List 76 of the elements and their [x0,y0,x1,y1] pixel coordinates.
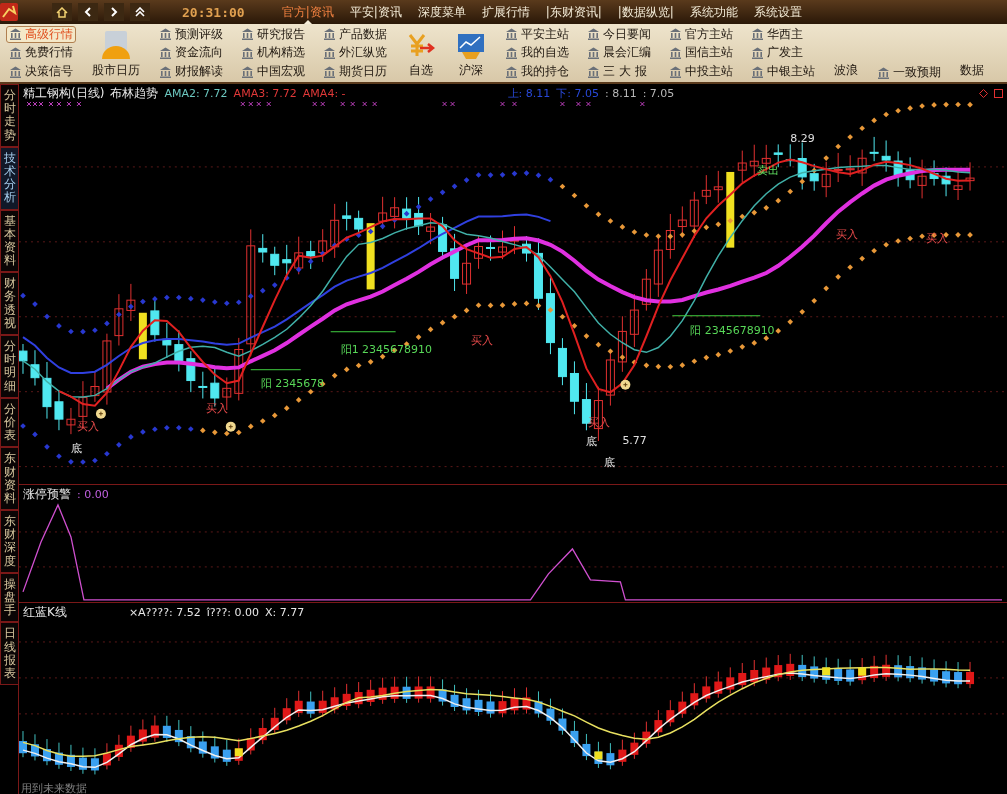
bottom-label: 底 [586,434,598,448]
toolbar-link[interactable]: 平安主站 [502,25,572,43]
indicator-value: ×A????: 7.52 [128,606,201,620]
band-value: : 7.05 [642,87,675,100]
menu-item[interactable]: |数据纵览| [612,0,679,24]
toolbar-link[interactable]: 期货日历 [320,63,390,81]
side-tab[interactable]: 基本资料 [0,209,18,273]
toolbar-link[interactable]: 机构精选 [238,44,308,62]
count-label: 阳1 2345678910 [340,342,432,356]
buy-signal-label: 买入 [76,419,99,433]
side-tab[interactable]: 财务透视 [0,272,18,335]
toolbar-link[interactable]: 国信主站 [666,44,736,62]
price-label: 8.29 [790,131,815,145]
chart-title: 涨停预警 [23,485,71,503]
toolbar-link[interactable]: 产品数据 [320,25,390,43]
toolbar-link[interactable]: 广发主 [748,44,818,62]
toolbar-link[interactable]: 一致预期 [874,64,944,81]
price-label: 5.77 [622,433,647,447]
side-tab[interactable]: 技术分析 [0,146,18,210]
band-value: 上: 8.11 [507,86,551,101]
toolbar-link[interactable]: 中国宏观 [238,63,308,81]
indicator-value: : 0.00 [77,487,109,501]
indicator-value: AMA2: 7.72 [164,87,228,100]
indicator-name: 布林趋势 [110,85,159,102]
menu-item[interactable]: 系统功能 [684,0,743,24]
side-tab[interactable]: 东财资料 [0,447,18,511]
buy-signal-label: 买入 [926,231,949,245]
chart-title: 红蓝K线 [23,604,67,622]
menu-item[interactable]: 扩展行情 [476,0,535,24]
buy-signal-label: 买入 [470,333,493,347]
toolbar-link[interactable]: 资金流向 [156,44,226,62]
toolbar-link[interactable]: 中银主站 [748,63,818,81]
toolbar-button[interactable]: 股市日历 [88,24,144,82]
toolbar-link[interactable]: 华西主 [748,25,818,43]
toolbar-link[interactable]: 官方主站 [666,25,736,43]
side-tab[interactable]: 操盘手 [0,572,18,623]
toolbar-link[interactable]: 免费行情 [6,44,76,62]
toolbar-link[interactable]: 今日要闻 [584,25,654,43]
bottom-label: 底 [70,441,82,455]
menu-item[interactable]: 平安|资讯 [344,0,407,24]
toolbar-link[interactable]: 中投主站 [666,63,736,81]
band-value: : 8.11 [604,87,637,100]
toolbar-link[interactable]: 我的持仓 [502,63,572,81]
count-label: 阳 2345678910 [690,323,775,337]
indicator-value: î???: 0.00 [206,606,259,620]
bottom-label: 底 [604,455,616,469]
clock: 20:31:00 [182,4,245,20]
buy-signal-label: 买入 [205,401,228,415]
menu-item[interactable]: |东财资讯| [540,0,607,24]
side-tab[interactable]: 分时明细 [0,335,18,398]
side-tab[interactable]: 分价表 [0,397,18,448]
toolbar-link[interactable]: 外汇纵览 [320,44,390,62]
footer-note: 用到未来数据 [21,781,87,794]
toolbar-link[interactable]: 三 大 报 [584,63,654,81]
toolbar-link[interactable]: 财报解读 [156,63,226,81]
indicator-value: AMA4: - [302,87,346,100]
chart-title: 精工钢构(日线) [23,85,105,102]
toolbar-link[interactable]: 波浪 [830,62,862,82]
indicator-value: AMA3: 7.72 [233,87,297,100]
toolbar-link[interactable]: 预测评级 [156,25,226,43]
count-label: 阳 2345678 [260,376,325,390]
toolbar-link[interactable]: 决策信号 [6,63,76,81]
side-tab[interactable]: 日线报表 [0,622,18,686]
side-tab[interactable]: 分时走势 [0,84,18,147]
buy-signal-label: 买入 [836,227,859,241]
toolbar-button[interactable]: 沪深 [452,24,490,82]
band-value: 下: 7.05 [556,86,599,101]
side-tab[interactable]: 东财深度 [0,510,18,573]
toolbar-link[interactable]: 我的自选 [502,44,572,62]
toolbar-link[interactable]: 晨会汇编 [584,44,654,62]
toolbar-link[interactable]: 数据 [956,62,988,82]
toolbar-button[interactable]: 自选 [402,24,440,82]
menu-item[interactable]: 深度菜单 [412,0,471,24]
menu-item[interactable]: 系统设置 [748,0,807,24]
indicator-value: X: 7.77 [264,606,305,620]
toolbar-link[interactable]: 研究报告 [238,25,308,43]
